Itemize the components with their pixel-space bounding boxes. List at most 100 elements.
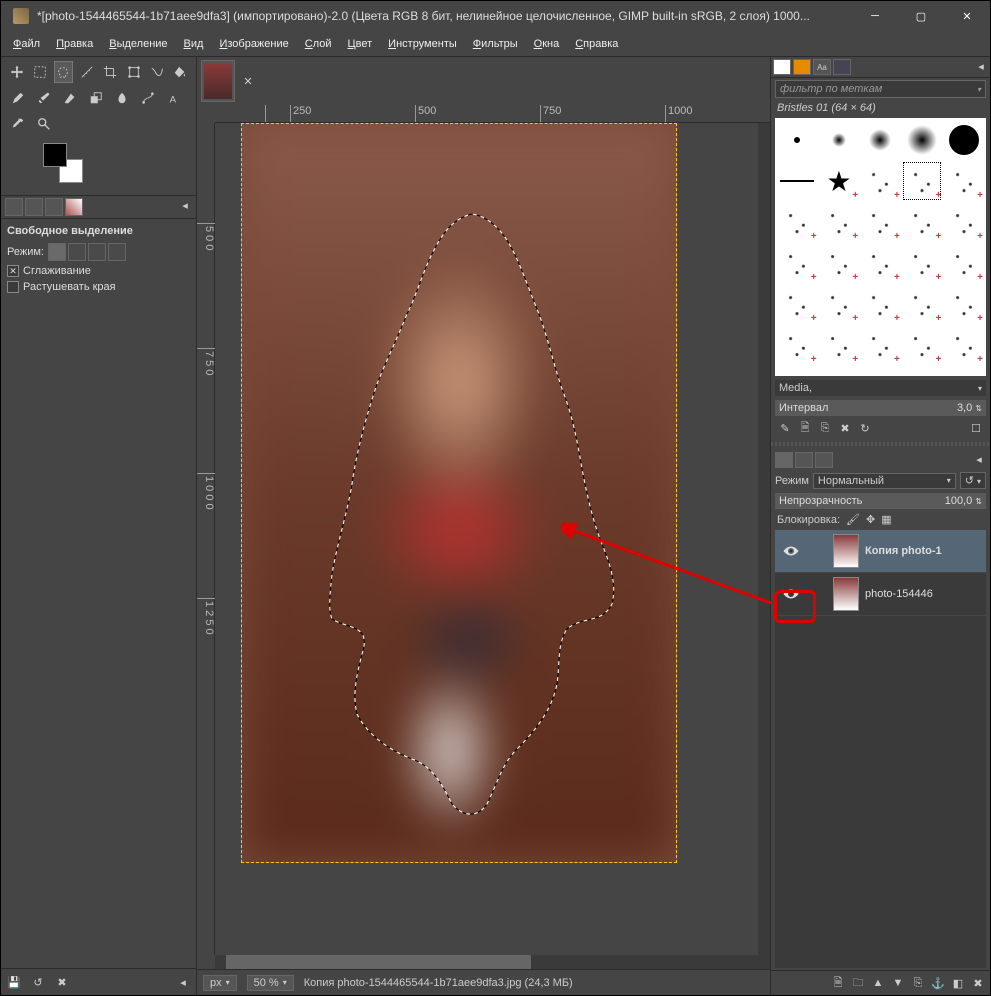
tab-undo-history[interactable]	[45, 198, 63, 216]
brush-item[interactable]	[777, 161, 818, 201]
layer-mode-select[interactable]: Нормальный▾	[813, 473, 956, 489]
layer-delete-icon[interactable]: ✖	[970, 975, 986, 991]
menu-file[interactable]: Файл	[5, 34, 48, 54]
tab-paths[interactable]	[815, 452, 833, 468]
lock-paint-icon[interactable]: 🖌	[846, 513, 860, 526]
brush-item[interactable]: +	[902, 202, 943, 242]
menu-filters[interactable]: Фильтры	[465, 34, 526, 54]
tab-tool-options[interactable]	[5, 198, 23, 216]
lock-alpha-icon[interactable]: ▦	[881, 513, 891, 526]
brush-item[interactable]: +	[860, 161, 901, 201]
brush-item[interactable]: +	[943, 161, 984, 201]
tab-brushes[interactable]	[773, 59, 791, 75]
tool-zoom[interactable]	[33, 113, 55, 135]
mode-add[interactable]	[68, 243, 86, 261]
brush-item[interactable]	[819, 120, 860, 160]
layer-item[interactable]: Копия photo-1	[775, 530, 986, 573]
tool-bucket[interactable]	[171, 61, 190, 83]
layer-item[interactable]: photo-154446	[775, 573, 986, 616]
brush-dup-icon[interactable]: ⎘	[817, 420, 833, 436]
color-swatch[interactable]	[43, 143, 83, 183]
layer-name[interactable]: Копия photo-1	[865, 545, 982, 557]
layer-mask-icon[interactable]: ◧	[950, 975, 966, 991]
brush-item[interactable]: +	[902, 243, 943, 283]
layer-up-icon[interactable]: ▲	[870, 975, 886, 991]
horizontal-scrollbar[interactable]	[215, 955, 770, 969]
layer-name[interactable]: photo-154446	[865, 588, 982, 600]
delete-preset-icon[interactable]: ✖	[53, 973, 71, 991]
vertical-scrollbar[interactable]	[758, 123, 770, 955]
layer-dup-icon[interactable]: ⎘	[910, 975, 926, 991]
tool-transform[interactable]	[124, 61, 143, 83]
tool-crop[interactable]	[101, 61, 120, 83]
brush-grid[interactable]: ★+ + + + + + + + + + + + + + + + + + + +…	[775, 118, 986, 376]
tool-warp[interactable]	[147, 61, 166, 83]
tab-images[interactable]	[65, 198, 83, 216]
mode-replace[interactable]	[48, 243, 66, 261]
tool-move[interactable]	[7, 61, 26, 83]
layer-group-icon[interactable]: 🗀	[850, 975, 866, 991]
tool-rect-select[interactable]	[30, 61, 49, 83]
menu-view[interactable]: Вид	[176, 34, 212, 54]
layer-down-icon[interactable]: ▼	[890, 975, 906, 991]
reset-preset-icon[interactable]: ◂	[174, 973, 192, 991]
maximize-button[interactable]: ▢	[898, 1, 944, 31]
brushes-config-icon[interactable]: ◂	[974, 59, 988, 73]
brush-item[interactable]: +	[777, 284, 818, 324]
ruler-vertical[interactable]: 5 0 0 7 5 0 1 0 0 0 1 2 5 0	[197, 123, 215, 955]
brush-item[interactable]: +	[943, 284, 984, 324]
restore-preset-icon[interactable]: ↺	[29, 973, 47, 991]
ruler-horizontal[interactable]: 250 500 750 1000	[215, 105, 770, 123]
brush-item[interactable]: +	[819, 325, 860, 365]
tool-text[interactable]: A	[163, 87, 185, 109]
tool-free-select[interactable]	[54, 61, 73, 83]
tab-patterns[interactable]	[793, 59, 811, 75]
image-canvas[interactable]	[241, 123, 677, 863]
tool-measure[interactable]	[77, 61, 96, 83]
tab-config-icon[interactable]: ◂	[178, 198, 192, 212]
menu-edit[interactable]: Правка	[48, 34, 101, 54]
tab-channels[interactable]	[795, 452, 813, 468]
brush-interval[interactable]: Интервал 3,0 ⇅	[775, 400, 986, 416]
brush-item[interactable]: +	[860, 284, 901, 324]
tab-history[interactable]	[833, 59, 851, 75]
unit-select[interactable]: px▾	[203, 975, 237, 991]
brush-item[interactable]: +	[819, 243, 860, 283]
tool-brush[interactable]	[33, 87, 55, 109]
menu-image[interactable]: Изображение	[211, 34, 296, 54]
layer-switch-icon[interactable]: ↺ ▾	[960, 472, 986, 489]
layer-visibility-icon[interactable]	[779, 584, 803, 604]
brush-item[interactable]: +	[860, 325, 901, 365]
panel-separator[interactable]	[771, 442, 990, 446]
brush-new-icon[interactable]: 🗎	[797, 420, 813, 436]
brush-item[interactable]: +	[902, 325, 943, 365]
minimize-button[interactable]: ─	[852, 1, 898, 31]
tab-fonts[interactable]: Aa	[813, 59, 831, 75]
brush-item[interactable]	[777, 120, 818, 160]
mode-subtract[interactable]	[88, 243, 106, 261]
layer-visibility-icon[interactable]	[779, 541, 803, 561]
tool-smudge[interactable]	[111, 87, 133, 109]
tool-pencil[interactable]	[7, 87, 29, 109]
antialias-checkbox[interactable]: ✕	[7, 265, 19, 277]
tab-layers[interactable]	[775, 452, 793, 468]
document-tab[interactable]	[201, 60, 235, 102]
brush-item[interactable]: +	[902, 284, 943, 324]
menu-layer[interactable]: Слой	[297, 34, 340, 54]
brush-item[interactable]: +	[777, 325, 818, 365]
brush-refresh-icon[interactable]: ↻	[857, 420, 873, 436]
zoom-select[interactable]: 50 %▾	[247, 975, 294, 991]
brush-del-icon[interactable]: ✖	[837, 420, 853, 436]
tool-color-picker[interactable]	[7, 113, 29, 135]
mode-intersect[interactable]	[108, 243, 126, 261]
feather-checkbox[interactable]	[7, 281, 19, 293]
tab-device[interactable]	[25, 198, 43, 216]
brush-item[interactable]: +	[943, 202, 984, 242]
close-button[interactable]: ✕	[944, 1, 990, 31]
tool-path[interactable]	[137, 87, 159, 109]
menu-help[interactable]: Справка	[567, 34, 626, 54]
brush-edit-icon[interactable]: ✎	[777, 420, 793, 436]
brush-zoom-icon[interactable]: ☐	[968, 420, 984, 436]
viewport[interactable]	[215, 123, 758, 955]
save-preset-icon[interactable]: 💾	[5, 973, 23, 991]
